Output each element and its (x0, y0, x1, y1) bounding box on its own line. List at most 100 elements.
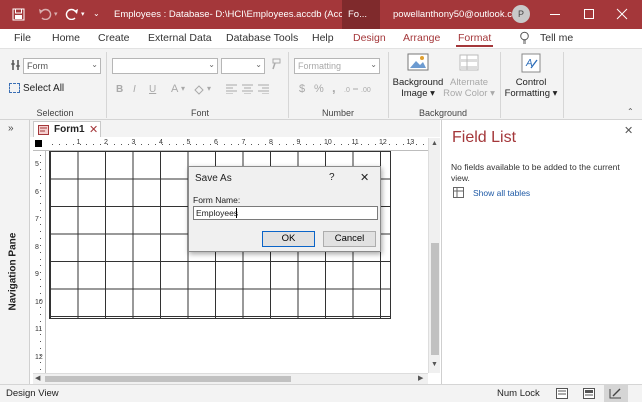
font-color-dropdown-icon[interactable]: ▾ (181, 84, 185, 93)
font-size-combo[interactable]: ⌄ (221, 58, 265, 74)
dialog-close-button[interactable]: ✕ (360, 171, 369, 184)
increase-decimal-icon[interactable]: .0 (344, 84, 358, 94)
tab-external-data[interactable]: External Data (148, 32, 212, 44)
chevron-down-icon: ⌄ (255, 60, 262, 69)
scroll-left-arrow[interactable]: ◀ (35, 374, 40, 382)
redo-icon[interactable] (65, 8, 79, 20)
control-formatting-label: Control (515, 77, 547, 88)
customize-toolbar-icon[interactable]: ⌄ (93, 9, 100, 18)
font-color-button[interactable]: A (171, 83, 178, 95)
tab-format[interactable]: Format (458, 32, 491, 44)
tab-arrange[interactable]: Arrange (403, 32, 440, 44)
dialog-help-button[interactable]: ? (329, 172, 335, 183)
tell-me-search[interactable]: Tell me (540, 32, 573, 44)
ruler-tick (40, 244, 41, 246)
align-center-icon[interactable] (242, 84, 253, 94)
undo-icon[interactable] (38, 8, 52, 20)
vertical-scroll-thumb[interactable] (431, 243, 439, 355)
document-tab-form1[interactable]: Form1 ✕ (33, 121, 101, 137)
font-name-combo[interactable]: ⌄ (112, 58, 218, 74)
underline-button[interactable]: U (149, 84, 156, 95)
scroll-down-arrow[interactable]: ▼ (431, 361, 438, 368)
italic-button[interactable]: I (133, 84, 136, 95)
close-tab-icon[interactable]: ✕ (89, 123, 98, 136)
group-divider (106, 52, 107, 118)
ruler-tick (423, 144, 425, 145)
window-title: Employees : Database- D:\HCI\Employees.a… (114, 9, 362, 20)
control-formatting-button[interactable]: A Control Formatting ▾ (503, 52, 559, 99)
alternate-row-color-button[interactable]: Alternate Row Color ▾ (443, 52, 495, 99)
ok-button[interactable]: OK (262, 231, 315, 247)
avatar[interactable]: P (512, 5, 530, 23)
avatar-letter: P (517, 9, 524, 19)
tab-home[interactable]: Home (52, 32, 80, 44)
percent-button[interactable]: % (314, 83, 324, 95)
ruler-tick (320, 144, 322, 145)
horizontal-scroll-thumb[interactable] (45, 376, 291, 382)
scroll-right-arrow[interactable]: ▶ (418, 374, 423, 382)
form-name-input[interactable]: Employees (193, 206, 378, 220)
ruler-origin-marker[interactable] (35, 140, 42, 147)
ruler-tick (40, 320, 41, 322)
ruler-tick (40, 279, 41, 281)
horizontal-scrollbar[interactable]: ◀ ▶ (33, 373, 428, 384)
tab-create[interactable]: Create (98, 32, 130, 44)
selection-group-label: Selection (36, 108, 74, 118)
tab-help[interactable]: Help (312, 32, 334, 44)
show-all-tables-link[interactable]: Show all tables (473, 188, 530, 198)
cancel-button[interactable]: Cancel (323, 231, 376, 247)
comma-button[interactable]: , (332, 80, 336, 95)
picture-icon (406, 52, 430, 74)
tab-file[interactable]: File (14, 32, 31, 44)
collapse-ribbon-icon[interactable]: ⌃ (627, 107, 634, 116)
object-selector[interactable]: Form ⌄ (23, 58, 101, 74)
ruler-tick (40, 334, 41, 336)
ruler-tick (40, 265, 41, 267)
select-all-button[interactable]: Select All (9, 83, 64, 94)
ruler-tick (40, 155, 41, 156)
design-view-icon[interactable] (604, 385, 628, 402)
field-list-pane: Field List ✕ No fields available to be a… (441, 120, 642, 384)
ruler-tick (368, 144, 370, 145)
form-name-label: Form Name: (193, 195, 241, 205)
svg-text:.00: .00 (361, 87, 371, 94)
ruler-tick (285, 144, 287, 145)
align-left-icon[interactable] (226, 84, 237, 94)
ruler-tick (40, 362, 41, 363)
tab-database-tools[interactable]: Database Tools (226, 32, 298, 44)
decrease-decimal-icon[interactable]: .00 (361, 84, 375, 94)
navigation-pane[interactable]: » Navigation Pane (0, 120, 30, 384)
currency-button[interactable]: $ (299, 83, 305, 95)
account-name[interactable]: powellanthony50@outlook.com (393, 9, 525, 20)
undo-dropdown-icon[interactable]: ▾ (54, 10, 58, 18)
expand-nav-icon[interactable]: » (8, 123, 14, 134)
ruler-tick (409, 144, 411, 145)
save-icon[interactable] (12, 8, 25, 21)
close-window-button[interactable] (602, 0, 642, 29)
align-right-icon[interactable] (258, 84, 269, 94)
ruler-tick (65, 144, 67, 145)
group-divider (388, 52, 389, 118)
background-image-button[interactable]: Background Image ▾ (392, 52, 444, 99)
layout-view-icon[interactable] (583, 388, 595, 399)
ruler-tick (217, 144, 218, 145)
bold-button[interactable]: B (116, 84, 123, 95)
vertical-scrollbar[interactable]: ▲ ▼ (428, 138, 440, 373)
save-as-dialog: Save As ? ✕ Form Name: Employees OK Canc… (188, 166, 381, 252)
format-painter-icon[interactable] (269, 58, 281, 70)
ruler-tick (127, 144, 129, 145)
ribbon: Form ⌄ Select All Selection ⌄ ⌄ B I U A … (0, 48, 642, 120)
number-format-combo[interactable]: Formatting ⌄ (294, 58, 380, 74)
form-view-icon[interactable] (556, 388, 568, 399)
chevron-down-icon: ⌄ (370, 60, 377, 69)
fill-color-icon[interactable] (193, 84, 205, 95)
fill-color-dropdown-icon[interactable]: ▾ (207, 84, 211, 93)
ruler-tick (40, 286, 41, 288)
ruler-tick (113, 144, 115, 145)
redo-dropdown-icon[interactable]: ▾ (81, 10, 85, 18)
ruler-tick (40, 348, 41, 350)
tab-design[interactable]: Design (353, 32, 386, 44)
ruler-tick (40, 161, 41, 163)
close-field-list-icon[interactable]: ✕ (624, 124, 633, 137)
scroll-up-arrow[interactable]: ▲ (431, 140, 438, 147)
